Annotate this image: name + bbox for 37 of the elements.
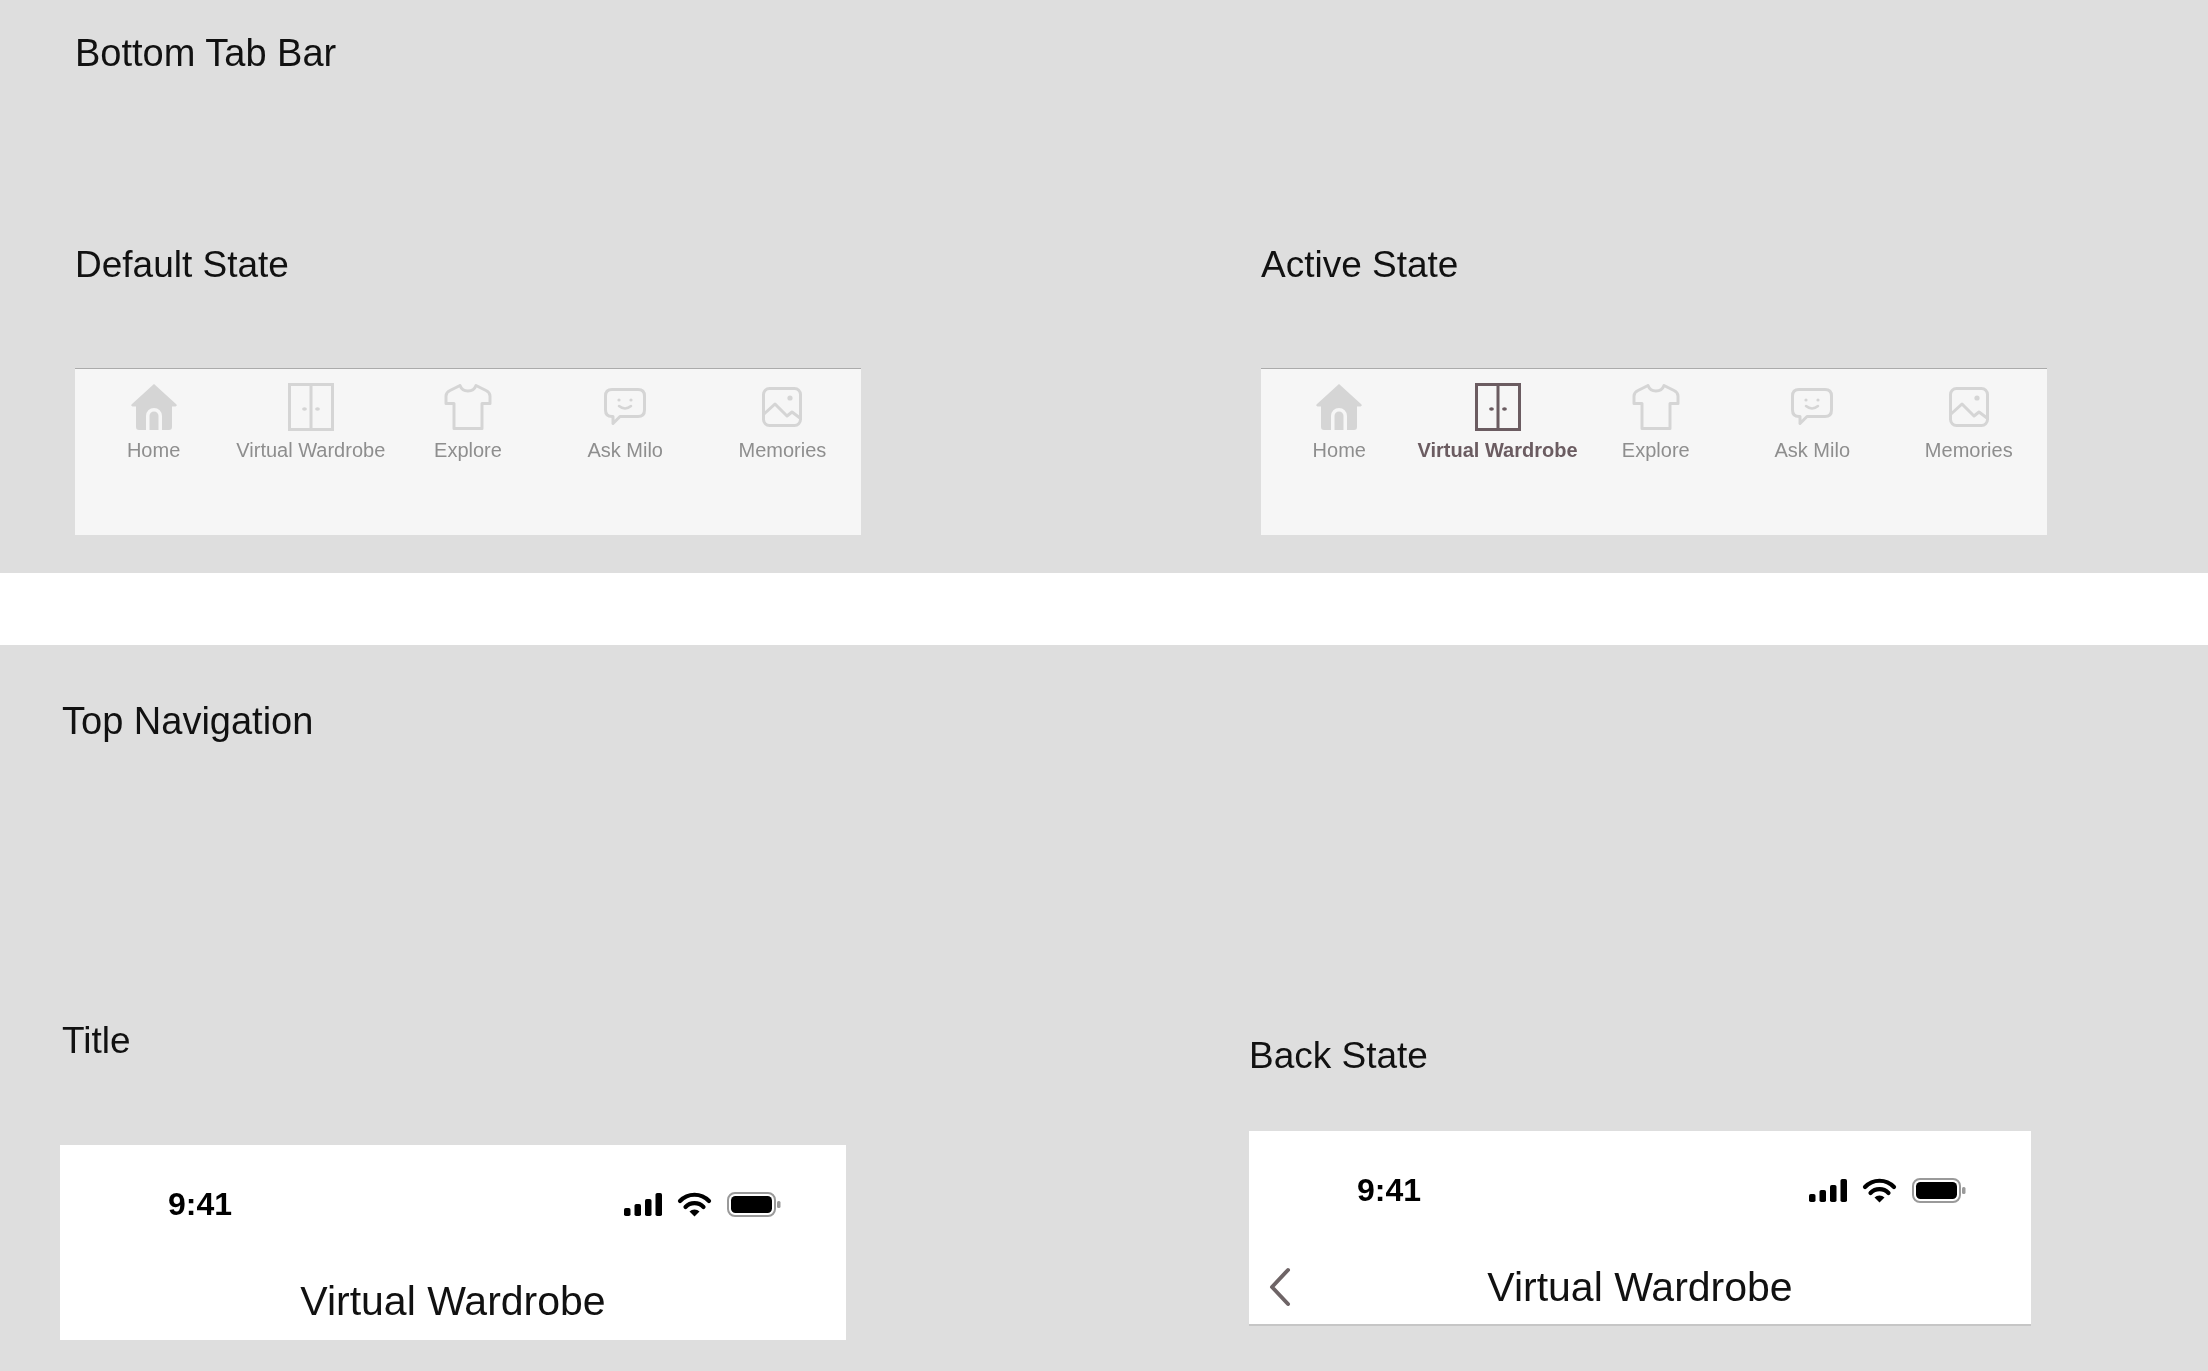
home-icon	[129, 383, 178, 431]
tab[interactable]: Virtual Wardrobe	[1417, 383, 1578, 462]
nav-title: Virtual Wardrobe	[300, 1277, 606, 1325]
home-icon	[1315, 383, 1364, 431]
battery-icon	[1912, 1177, 1966, 1203]
wifi-icon	[1862, 1177, 1897, 1203]
wardrobe-icon	[1474, 383, 1521, 431]
signal-icon	[1809, 1178, 1847, 1202]
status-time: 9:41	[168, 1186, 233, 1222]
variant-heading: Default State	[75, 244, 289, 286]
battery-icon	[727, 1191, 781, 1217]
status-time: 9:41	[1357, 1172, 1422, 1208]
chevron-left-icon	[1268, 1267, 1292, 1307]
wifi-icon	[677, 1191, 712, 1217]
tab[interactable]: Memories	[1924, 383, 2013, 462]
nav-title: Virtual Wardrobe	[1487, 1263, 1793, 1311]
t-shirt-icon	[1631, 383, 1680, 431]
tab[interactable]: Home	[1312, 383, 1366, 462]
variant-heading: Active State	[1261, 244, 1459, 286]
picture-icon	[1948, 387, 1989, 427]
tab[interactable]: Memories	[738, 383, 827, 462]
picture-icon	[762, 387, 803, 427]
smiling-chat-icon	[604, 388, 647, 426]
tab[interactable]: Virtual Wardrobe	[236, 383, 386, 462]
section-heading: Bottom Tab Bar	[75, 32, 337, 74]
tab[interactable]: Explore	[1621, 383, 1690, 462]
variant-heading: Back State	[1249, 1035, 1428, 1077]
variant-heading: Title	[62, 1020, 131, 1062]
tab[interactable]: Ask Milo	[587, 383, 663, 462]
wardrobe-icon	[287, 383, 334, 431]
tab[interactable]: Home	[126, 383, 181, 462]
smiling-chat-icon	[1791, 388, 1834, 426]
section-heading: Top Navigation	[62, 700, 314, 742]
tab[interactable]: Explore	[434, 383, 502, 462]
signal-icon	[624, 1192, 662, 1216]
tab[interactable]: Ask Milo	[1774, 383, 1851, 462]
t-shirt-icon	[444, 383, 492, 431]
